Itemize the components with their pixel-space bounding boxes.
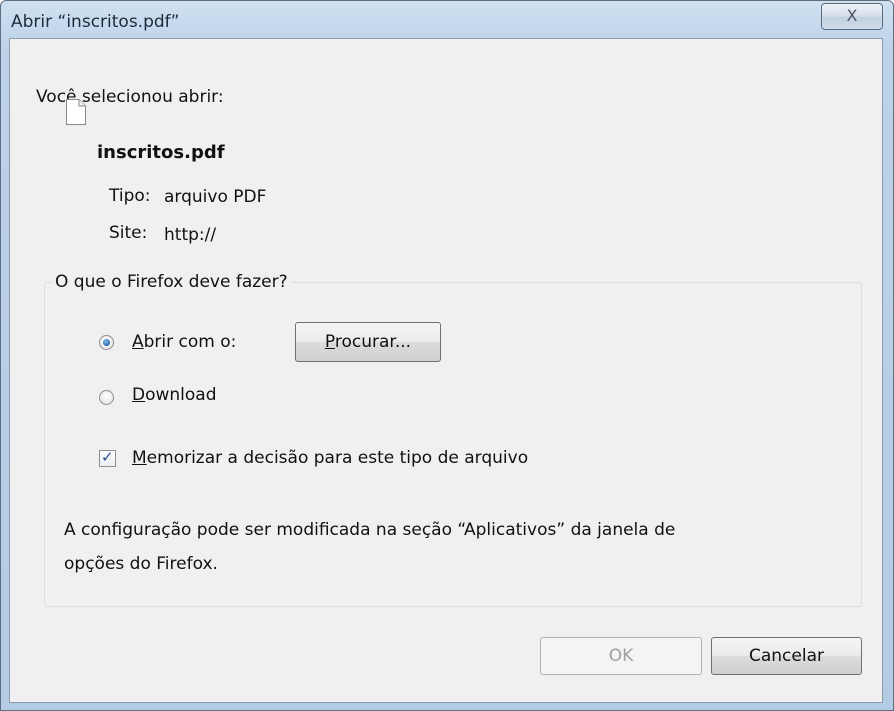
open-with-accesskey: A [132, 332, 144, 352]
browse-button-label: rocurar... [334, 332, 412, 352]
remember-label-text: emorizar a decisão para este tipo de arq… [146, 448, 529, 468]
window-title: Abrir “inscritos.pdf” [11, 12, 180, 32]
ok-button[interactable]: OK [540, 637, 702, 675]
open-with-label-text: brir com o: [143, 332, 237, 352]
remember-label[interactable]: Memorizar a decisão para este tipo de ar… [132, 448, 528, 468]
type-label: Tipo: [109, 186, 151, 206]
cancel-button[interactable]: Cancelar [711, 637, 862, 675]
download-radio[interactable] [99, 390, 114, 405]
radio-selected-dot [103, 339, 110, 346]
checkmark-icon: ✓ [101, 448, 114, 466]
close-icon: X [846, 6, 858, 25]
action-groupbox-legend: O que o Firefox deve fazer? [52, 272, 292, 292]
site-label: Site: [109, 223, 148, 243]
site-value: http:// [164, 225, 217, 245]
close-button[interactable]: X [821, 3, 883, 30]
download-accesskey: D [132, 385, 146, 405]
browse-accesskey: P [324, 332, 335, 352]
open-with-radio[interactable] [99, 335, 114, 350]
remember-accesskey: M [132, 448, 147, 468]
title-bar[interactable]: Abrir “inscritos.pdf” X [1, 1, 893, 39]
browse-button[interactable]: Procurar... [295, 322, 441, 362]
settings-note-line1: A configuração pode ser modificada na se… [64, 520, 676, 540]
ok-button-label: OK [608, 646, 634, 666]
settings-note-line2: opções do Firefox. [64, 554, 218, 574]
remember-checkbox[interactable]: ✓ [99, 448, 116, 467]
open-with-label[interactable]: Abrir com o: [132, 332, 236, 352]
document-icon [66, 99, 86, 125]
file-name: inscritos.pdf [97, 142, 225, 163]
download-label[interactable]: Download [132, 385, 217, 405]
type-value: arquivo PDF [164, 187, 267, 207]
download-label-text: ownload [145, 385, 217, 405]
cancel-button-label: Cancelar [749, 646, 824, 666]
